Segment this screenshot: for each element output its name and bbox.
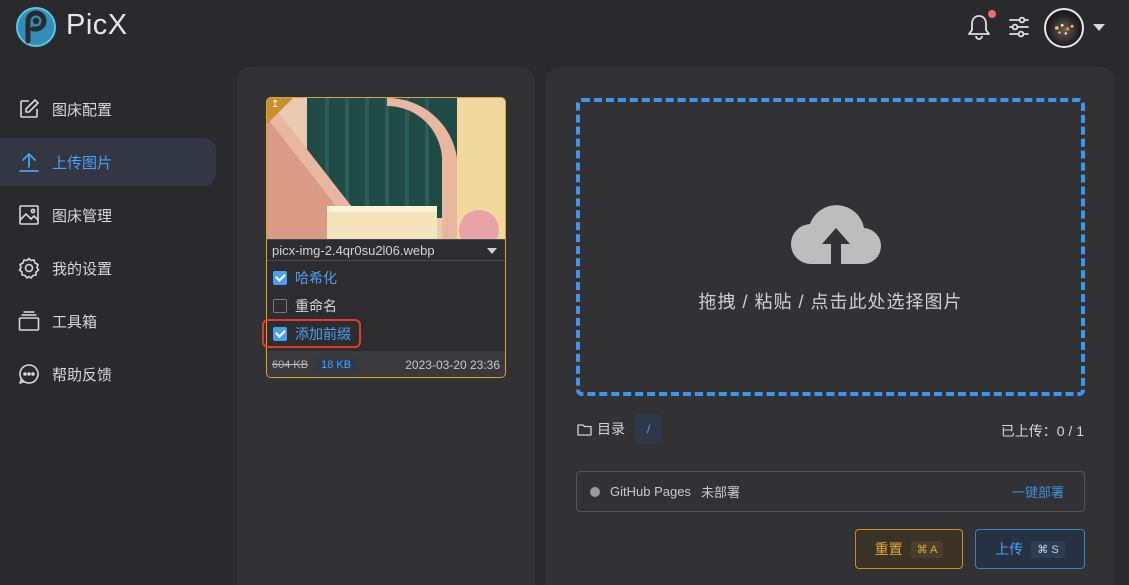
sidebar: 图床配置 上传图片 图床管理 我的设置 工具箱 帮助反馈 [0,85,216,403]
upload-arrow-icon: ↥ [271,99,280,110]
upload-dropzone[interactable]: 拖拽 / 粘贴 / 点击此处选择图片 [576,98,1085,396]
sidebar-item-upload[interactable]: 上传图片 [0,138,216,186]
sidebar-item-label: 上传图片 [52,154,113,172]
upload-icon [19,152,39,172]
deploy-target: GitHub Pages [610,484,691,499]
hash-checkbox[interactable]: 哈希化 [273,268,337,288]
caret-down-icon [487,248,497,254]
folder-icon [577,423,592,436]
gear-icon [18,257,40,279]
upload-shortcut: ⌘ S [1031,540,1065,558]
caret-down-icon[interactable] [1092,22,1106,32]
chat-icon [19,364,39,384]
reset-label: 重置 [874,541,903,557]
sidebar-item-label: 图床管理 [52,207,113,225]
option-label: 哈希化 [295,270,337,286]
checkbox-checked-icon [273,271,287,285]
app-header: PicX [0,0,1129,56]
upload-count: 已上传：0 / 1 [1000,423,1084,439]
cloud-upload-icon [790,205,882,265]
upload-button[interactable]: 上传 ⌘ S [975,529,1085,569]
sidebar-item-help-feedback[interactable]: 帮助反馈 [0,350,216,398]
deploy-status-dot [590,486,600,497]
rename-checkbox[interactable]: 重命名 [273,296,337,316]
upload-label: 上传 [995,541,1024,557]
avatar[interactable] [1044,8,1084,48]
sliders-icon[interactable] [1007,15,1031,39]
bell-icon[interactable] [966,13,992,41]
deploy-bar: GitHub Pages 未部署 一键部署 [576,471,1085,512]
original-size: 604 KB [272,358,309,371]
edit-icon [20,99,39,118]
sidebar-item-label: 我的设置 [52,260,113,278]
option-label: 重命名 [295,298,337,314]
sidebar-item-imagebed-config[interactable]: 图床配置 [0,85,216,133]
one-click-deploy-button[interactable]: 一键部署 [1012,482,1064,501]
image-thumbnail[interactable] [267,98,505,239]
checkbox-unchecked-icon [273,299,287,313]
sidebar-item-label: 帮助反馈 [52,366,113,384]
filename: picx-img-2.4qr0su2l06.webp [272,242,435,258]
picx-logo [16,7,56,47]
sidebar-item-label: 工具箱 [52,313,98,331]
dropzone-text: 拖拽 / 粘贴 / 点击此处选择图片 [698,292,963,312]
directory-row: 目录 / [577,414,662,444]
toolbox-icon [18,311,40,331]
reset-button[interactable]: 重置 ⌘ A [855,529,963,569]
compressed-size: 18 KB [316,356,357,373]
sidebar-item-label: 图床配置 [52,101,113,119]
image-icon [19,205,39,225]
notification-dot [988,10,996,18]
sidebar-item-imagebed-manage[interactable]: 图床管理 [0,191,216,239]
reset-shortcut: ⌘ A [910,540,944,558]
card-footer: 604 KB 18 KB 2023-03-20 23:36 [267,351,505,377]
directory-value[interactable]: / [635,414,662,444]
highlight-annotation [262,319,361,348]
app-title: PicX [66,9,128,41]
directory-label: 目录 [597,421,625,437]
timestamp: 2023-03-20 23:36 [405,357,500,372]
sidebar-item-my-settings[interactable]: 我的设置 [0,244,216,292]
sidebar-item-toolbox[interactable]: 工具箱 [0,297,216,345]
filename-select[interactable]: picx-img-2.4qr0su2l06.webp [267,239,505,261]
deploy-status: 未部署 [700,485,740,500]
